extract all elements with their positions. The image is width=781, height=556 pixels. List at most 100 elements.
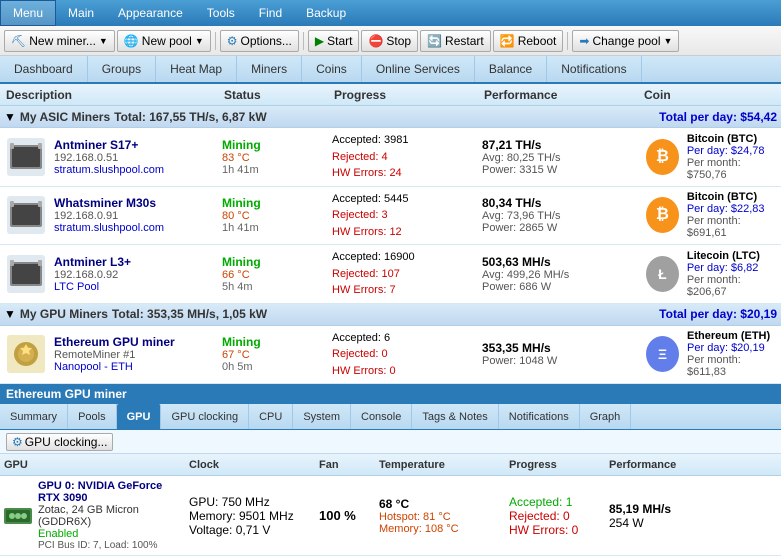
new-pool-button[interactable]: 🌐 New pool ▼ [117, 30, 211, 52]
gpu-device-name: GPU 0: NVIDIA GeForce RTX 3090 [38, 480, 181, 504]
miner-rejected: Rejected: 3 [332, 207, 478, 224]
miner-coin-col: ₿ Bitcoin (BTC) Per day: $22,83 Per mont… [640, 187, 781, 245]
miner-rejected: Rejected: 107 [332, 266, 478, 283]
gpu-clock-gpu: GPU: 750 MHz [189, 495, 311, 509]
menu-item-find[interactable]: Find [247, 0, 294, 26]
miner-uptime: 1h 41m [222, 222, 328, 234]
bottom-tab-graph[interactable]: Graph [580, 404, 632, 429]
bottom-tab-console[interactable]: Console [351, 404, 412, 429]
gpu-clocking-button[interactable]: ⚙ GPU clocking... [6, 433, 113, 451]
col-performance: Performance [484, 88, 644, 102]
menu-item-main[interactable]: Main [56, 0, 106, 26]
menu-item-tools[interactable]: Tools [195, 0, 247, 26]
bottom-tab-pools[interactable]: Pools [68, 404, 117, 429]
col-progress: Progress [334, 88, 484, 102]
miner-icon-col [0, 245, 52, 303]
gpu-miner-hw: HW Errors: 0 [332, 363, 478, 380]
miner-desc-col: Whatsminer M30s 192.168.0.91 stratum.slu… [52, 187, 220, 245]
bottom-tabs: Summary Pools GPU GPU clocking CPU Syste… [0, 404, 781, 430]
gpu-temp-hot: Hotspot: 81 °C [379, 511, 501, 523]
change-pool-dropdown-arrow[interactable]: ▼ [664, 36, 673, 46]
miner-status: Mining [222, 138, 328, 152]
tab-balance[interactable]: Balance [475, 56, 547, 82]
tab-dashboard[interactable]: Dashboard [0, 56, 88, 82]
tab-heatmap[interactable]: Heat Map [156, 56, 237, 82]
bottom-tab-notifications[interactable]: Notifications [499, 404, 580, 429]
menu-item-backup[interactable]: Backup [294, 0, 358, 26]
coin-icon: Ł [646, 256, 679, 292]
gpu-group-expand-icon[interactable]: ▼ [4, 307, 16, 321]
start-button[interactable]: ▶ Start [308, 30, 360, 52]
stop-button[interactable]: ⛔ Stop [361, 30, 418, 52]
miner-hashrate: 80,34 TH/s [482, 196, 638, 210]
coin-name: Bitcoin (BTC) [687, 191, 775, 203]
asic-group-header: ▼ My ASIC Miners Total: 167,55 TH/s, 6,8… [0, 106, 781, 128]
new-miner-icon: ⛏ [11, 34, 26, 48]
gpu-col-header-perf: Performance [609, 459, 777, 471]
bottom-tab-cpu[interactable]: CPU [249, 404, 293, 429]
gpu-sub-toolbar: ⚙ GPU clocking... [0, 430, 781, 454]
gpu-device-info: GPU 0: NVIDIA GeForce RTX 3090 Zotac, 24… [38, 480, 181, 551]
tab-coins[interactable]: Coins [302, 56, 362, 82]
gpu-miners-list: Ethereum GPU miner RemoteMiner #1 Nanopo… [0, 326, 781, 385]
miner-status-col: Mining 83 °C 1h 41m [220, 128, 330, 186]
tab-online-services[interactable]: Online Services [362, 56, 475, 82]
asic-group-expand-icon[interactable]: ▼ [4, 110, 16, 124]
col-description: Description [4, 88, 224, 102]
toolbar-separator-2 [303, 32, 304, 50]
new-miner-button[interactable]: ⛏ New miner... ▼ [4, 30, 115, 52]
menu-item-menu[interactable]: Menu [0, 0, 56, 26]
asic-miner-row[interactable]: Antminer L3+ 192.168.0.92 LTC Pool Minin… [0, 245, 781, 304]
miner-perf-col: 80,34 TH/s Avg: 73,96 TH/s Power: 2865 W [480, 187, 640, 245]
gpu-hw-errors: HW Errors: 0 [509, 523, 601, 537]
gpu-col-header-progress: Progress [509, 459, 609, 471]
toolbar: ⛏ New miner... ▼ 🌐 New pool ▼ ⚙ Options.… [0, 26, 781, 56]
gpu-col-header-clock: Clock [189, 459, 319, 471]
miner-hashrate: 503,63 MH/s [482, 255, 638, 269]
asic-group-total: Total: 167,55 TH/s, 6,87 kW [114, 110, 267, 124]
asic-miner-row[interactable]: Antminer S17+ 192.168.0.51 stratum.slush… [0, 128, 781, 187]
new-pool-dropdown-arrow[interactable]: ▼ [195, 36, 204, 46]
gpu-miner-progress-col: Accepted: 6 Rejected: 0 HW Errors: 0 [330, 326, 480, 384]
gpu-group-total: Total: 353,35 MH/s, 1,05 kW [112, 307, 267, 321]
tab-groups[interactable]: Groups [88, 56, 156, 82]
bottom-tab-gpu-clocking[interactable]: GPU clocking [161, 404, 249, 429]
coin-month: Per month: $206,67 [687, 274, 775, 298]
restart-button[interactable]: 🔄 Restart [420, 30, 491, 52]
gpu-clock-voltage: Voltage: 0,71 V [189, 523, 311, 537]
gpu-device-row[interactable]: GPU 0: NVIDIA GeForce RTX 3090 Zotac, 24… [0, 476, 781, 556]
coin-day: Per day: $22,83 [687, 203, 775, 215]
coin-day: Per day: $24,78 [687, 145, 775, 157]
change-pool-button[interactable]: ➡ Change pool ▼ [572, 30, 679, 52]
gpu-coin-name: Ethereum (ETH) [687, 330, 775, 342]
coin-icon: ₿ [646, 197, 679, 233]
bottom-tab-system[interactable]: System [293, 404, 351, 429]
gpu-miner-coin-col: Ξ Ethereum (ETH) Per day: $20,19 Per mon… [640, 326, 781, 384]
bottom-tab-tags-notes[interactable]: Tags & Notes [412, 404, 498, 429]
options-button[interactable]: ⚙ Options... [220, 30, 299, 52]
gpu-device-bus: PCI Bus ID: 7, Load: 100% [38, 540, 181, 551]
toolbar-separator-3 [567, 32, 568, 50]
asic-miner-row[interactable]: Whatsminer M30s 192.168.0.91 stratum.slu… [0, 187, 781, 246]
gpu-miner-status-col: Mining 67 °C 0h 5m [220, 326, 330, 384]
bottom-tab-summary[interactable]: Summary [0, 404, 68, 429]
miner-name: Antminer L3+ [54, 255, 218, 269]
tab-notifications[interactable]: Notifications [547, 56, 641, 82]
coin-month: Per month: $750,76 [687, 157, 775, 181]
miner-hw: HW Errors: 7 [332, 282, 478, 299]
gpu-perf-power: 254 W [609, 516, 777, 530]
menu-item-appearance[interactable]: Appearance [106, 0, 195, 26]
new-miner-dropdown-arrow[interactable]: ▼ [99, 36, 108, 46]
gpu-device-clock: GPU: 750 MHz Memory: 9501 MHz Voltage: 0… [185, 476, 315, 555]
reboot-button[interactable]: 🔁 Reboot [493, 30, 564, 52]
asic-miners-list: Antminer S17+ 192.168.0.51 stratum.slush… [0, 128, 781, 304]
col-coin: Coin [644, 88, 777, 102]
coin-info: Bitcoin (BTC) Per day: $24,78 Per month:… [687, 133, 775, 181]
gpu-clocking-icon: ⚙ [12, 435, 23, 449]
gpu-miner-row[interactable]: Ethereum GPU miner RemoteMiner #1 Nanopo… [0, 326, 781, 385]
change-pool-icon: ➡ [579, 34, 589, 48]
tab-miners[interactable]: Miners [237, 56, 302, 82]
miner-status-col: Mining 80 °C 1h 41m [220, 187, 330, 245]
new-pool-icon: 🌐 [124, 34, 139, 48]
bottom-tab-gpu[interactable]: GPU [117, 404, 162, 429]
